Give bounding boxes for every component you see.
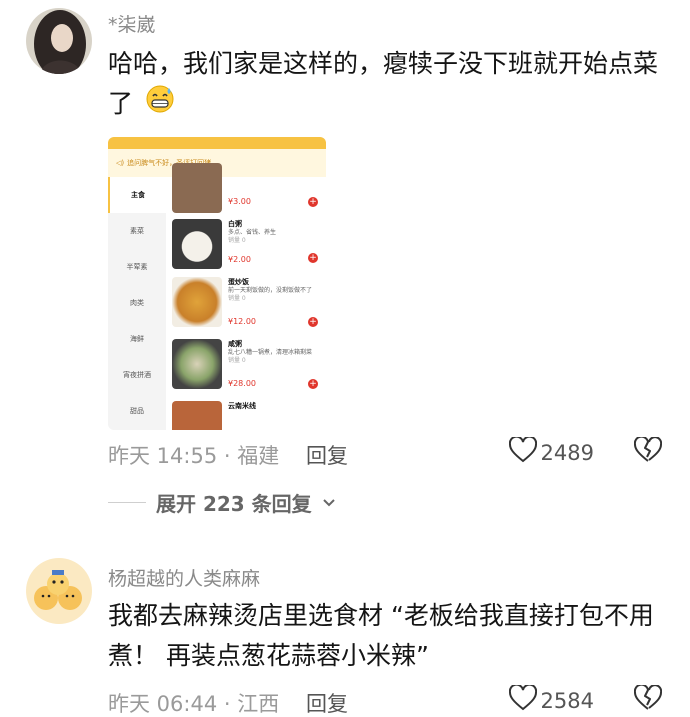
embedded-sidebar-item: 甜品 (130, 407, 144, 415)
comment-text: 哈哈，我们家是这样的，瘪犊子没下班就开始点菜了 (108, 44, 668, 126)
embedded-item-price: ¥2.00 (228, 255, 251, 264)
comment-date-location: 昨天 06:44 · 江西 (108, 692, 280, 716)
grinning-sweat-emoji-icon (145, 84, 175, 126)
embedded-item: 云南米线 (172, 399, 326, 430)
embedded-sidebar-item: 肉类 (130, 299, 144, 307)
embedded-item: 白粥 多点、省钱、养生 销量 0 ¥2.00 + (172, 217, 326, 275)
embedded-menu-screenshot[interactable]: ◁) 追问脾气不好，圣评打回猪 主食 素菜 半荤素 肉类 海鲜 宵夜拼酒 甜品 … (108, 137, 326, 430)
dislike-button[interactable] (633, 435, 663, 467)
embedded-item-desc: 前一天剩饭做的，没剩饭做不了 销量 0 (228, 287, 313, 302)
embedded-item-desc: 多点、省钱、养生 销量 0 (228, 229, 277, 244)
embedded-sidebar-item: 海鲜 (130, 335, 144, 343)
embedded-item-name: 白粥 (228, 220, 242, 228)
expand-replies[interactable]: 展开 223 条回复 (108, 488, 336, 517)
embedded-item: ¥3.00 + (172, 163, 326, 217)
like-count: 2489 (540, 440, 594, 465)
embedded-sidebar: 主食 素菜 半荤素 肉类 海鲜 宵夜拼酒 甜品 汤类 (108, 177, 166, 430)
embedded-item-name: 云南米线 (228, 402, 256, 410)
broken-heart-icon (633, 435, 663, 467)
embedded-item-name: 蛋炒饭 (228, 278, 249, 286)
like-button[interactable]: 2584 (508, 683, 594, 716)
avatar[interactable] (26, 8, 92, 74)
comment-text-body: 哈哈，我们家是这样的，瘪犊子没下班就开始点菜了 (108, 49, 659, 118)
embedded-item-price: ¥3.00 (228, 197, 251, 206)
add-icon: + (308, 379, 318, 389)
food-photo (172, 401, 222, 430)
expand-replies-label: 展开 223 条回复 (156, 492, 312, 516)
add-icon: + (308, 253, 318, 263)
reply-button[interactable]: 回复 (306, 440, 348, 470)
embedded-item-price: ¥28.00 (228, 379, 256, 388)
food-photo (172, 219, 222, 269)
embedded-sidebar-item: 主食 (108, 177, 166, 213)
comment-text: 我都去麻辣烫店里选食材 “老板给我直接打包不用煮！ 再装点葱花蒜蓉小米辣” (108, 601, 654, 670)
food-photo (172, 277, 222, 327)
divider (108, 502, 146, 503)
comment-date-location: 昨天 14:55 · 福建 (108, 444, 280, 468)
chevron-down-icon (322, 493, 336, 512)
heart-icon (508, 435, 537, 468)
reply-button[interactable]: 回复 (306, 688, 348, 717)
embedded-header-bar (108, 137, 326, 149)
embedded-item-desc: 乱七八糟一锅煮，清理冰箱剩菜 销量 0 (228, 349, 313, 364)
broken-heart-icon (633, 683, 663, 715)
food-photo (172, 339, 222, 389)
avatar[interactable] (26, 558, 92, 624)
username[interactable]: 杨超越的人类麻麻 (108, 564, 260, 591)
heart-icon (508, 683, 537, 716)
speaker-icon: ◁) (116, 159, 125, 167)
embedded-sidebar-item: 素菜 (130, 227, 144, 235)
embedded-item-name: 咸粥 (228, 340, 242, 348)
embedded-sidebar-item: 半荤素 (126, 263, 148, 271)
embedded-item: 咸粥 乱七八糟一锅煮，清理冰箱剩菜 销量 0 ¥28.00 + (172, 337, 326, 399)
add-icon: + (308, 197, 318, 207)
embedded-sidebar-item: 宵夜拼酒 (123, 371, 151, 379)
embedded-sidebar-item: 汤类 (108, 429, 166, 430)
embedded-item-list: 主食 ¥3.00 + 白粥 多点、省钱、养生销量 0 ¥2.00 + 蛋炒饭 前… (166, 163, 326, 430)
embedded-item-price: ¥12.00 (228, 317, 256, 326)
username[interactable]: *柒崴 (108, 10, 156, 37)
dislike-button[interactable] (633, 683, 663, 715)
food-photo (172, 163, 222, 213)
like-button[interactable]: 2489 (508, 435, 594, 468)
add-icon: + (308, 317, 318, 327)
like-count: 2584 (540, 688, 594, 713)
embedded-item: 蛋炒饭 前一天剩饭做的，没剩饭做不了 销量 0 ¥12.00 + (172, 275, 326, 337)
